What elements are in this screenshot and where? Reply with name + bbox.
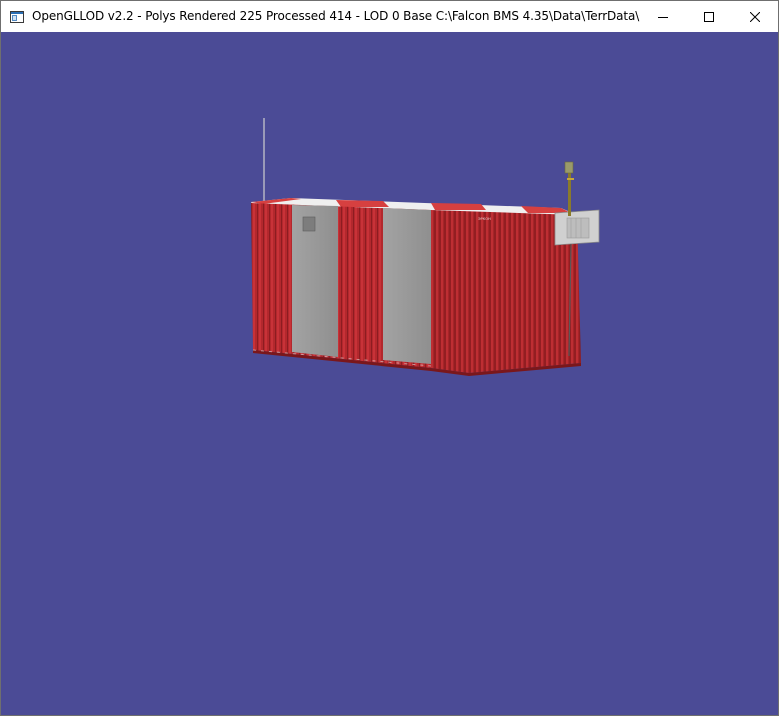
caption-buttons — [640, 1, 778, 32]
close-button[interactable] — [732, 1, 778, 32]
stencil-label: ЭРКОН — [478, 217, 491, 221]
maximize-button[interactable] — [686, 1, 732, 32]
window-app-icon[interactable] — [10, 10, 24, 24]
minimize-icon — [658, 16, 668, 18]
close-icon — [750, 11, 760, 22]
white-panel-2 — [383, 208, 431, 364]
minimize-button[interactable] — [640, 1, 686, 32]
application-window: OpenGLLOD v2.2 - Polys Rendered 225 Proc… — [0, 0, 779, 716]
window-title: OpenGLLOD v2.2 - Polys Rendered 225 Proc… — [32, 9, 640, 23]
title-bar[interactable]: OpenGLLOD v2.2 - Polys Rendered 225 Proc… — [1, 1, 778, 32]
mast-light — [564, 161, 574, 174]
container-model: ЭРКОН — [251, 118, 600, 376]
hatch-panel — [302, 216, 316, 232]
gl-viewport[interactable]: ЭРКОН — [1, 32, 778, 715]
maximize-icon — [704, 11, 714, 22]
